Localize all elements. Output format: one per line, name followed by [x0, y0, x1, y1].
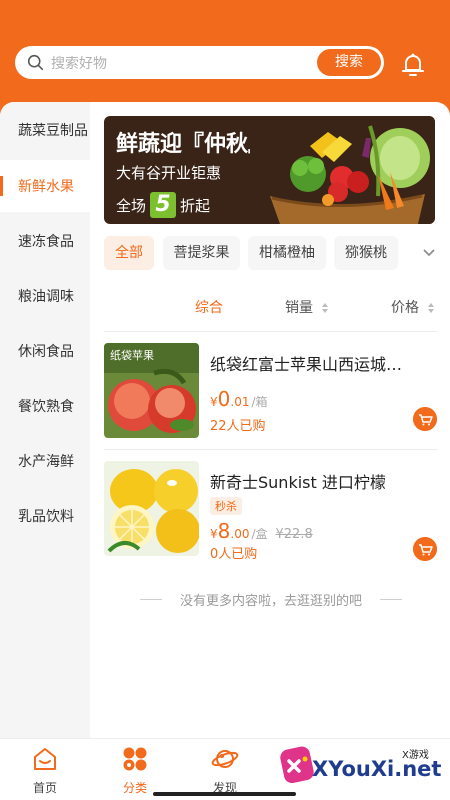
- category-icon: [123, 747, 147, 771]
- divider: [380, 599, 402, 600]
- banner-subtitle: 大有谷开业钜惠: [116, 164, 222, 182]
- flash-sale-badge: 秒杀: [210, 497, 242, 515]
- svg-text:纸袋苹果: 纸袋苹果: [110, 348, 154, 362]
- xyouxi-logo-icon: [280, 746, 314, 784]
- product-name: 纸袋红富士苹果山西运城…: [210, 355, 403, 374]
- vegetable-basket-illustration: [250, 116, 435, 224]
- deal-number: 5: [150, 192, 177, 218]
- sidebar-item-deli[interactable]: 餐饮熟食: [0, 380, 90, 432]
- nav-discover[interactable]: 发现: [180, 739, 270, 800]
- end-of-list-text: 没有更多内容啦，去逛逛别的吧: [179, 594, 362, 609]
- planet-icon: [211, 750, 239, 768]
- promo-banner[interactable]: 鲜蔬迎『仲秋』 大有谷开业钜惠 全场 5 折起: [104, 116, 435, 224]
- add-to-cart-icon[interactable]: [413, 537, 437, 561]
- search-bar[interactable]: 搜索好物 搜索: [15, 46, 384, 79]
- sidebar-item-grain-oil[interactable]: 粮油调味: [0, 270, 90, 322]
- chip-kiwi[interactable]: 猕猴桃: [334, 236, 398, 270]
- content-area: 蔬菜豆制品 新鲜水果 速冻食品 粮油调味 休闲食品 餐饮熟食 水产海鲜 乳品饮料…: [0, 102, 450, 738]
- nav-home[interactable]: 首页: [0, 739, 90, 800]
- category-sidebar: 蔬菜豆制品 新鲜水果 速冻食品 粮油调味 休闲食品 餐饮熟食 水产海鲜 乳品饮料: [0, 102, 90, 738]
- banner-title: 鲜蔬迎『仲秋』: [116, 132, 271, 157]
- sort-price[interactable]: 价格: [391, 297, 435, 317]
- sort-arrows-icon: [322, 303, 329, 313]
- chip-all[interactable]: 全部: [104, 236, 154, 270]
- home-indicator: [153, 792, 296, 796]
- product-name: 新奇士Sunkist 进口柠檬: [210, 473, 386, 492]
- banner-deal: 全场 5 折起: [116, 192, 211, 218]
- product-card[interactable]: 纸袋苹果 纸袋红富士苹果山西运城… ¥0.01/箱 22人已购: [104, 343, 437, 439]
- chip-citrus[interactable]: 柑橘橙柚: [248, 236, 326, 270]
- sidebar-item-vegetables[interactable]: 蔬菜豆制品: [0, 104, 90, 156]
- original-price: ¥22.8: [275, 527, 313, 542]
- search-placeholder[interactable]: 搜索好物: [51, 53, 107, 73]
- sidebar-item-snacks[interactable]: 休闲食品: [0, 325, 90, 377]
- header: 搜索好物 搜索: [0, 0, 450, 118]
- search-button[interactable]: 搜索: [317, 49, 381, 76]
- sidebar-item-dairy[interactable]: 乳品饮料: [0, 490, 90, 542]
- sidebar-item-frozen[interactable]: 速冻食品: [0, 215, 90, 267]
- search-icon: [27, 54, 44, 71]
- sort-sales[interactable]: 销量: [285, 297, 329, 317]
- bell-icon[interactable]: [399, 50, 427, 78]
- divider: [104, 331, 437, 332]
- product-price: ¥8.00/盒 ¥22.8: [210, 519, 313, 543]
- divider: [104, 449, 437, 450]
- sidebar-item-seafood[interactable]: 水产海鲜: [0, 435, 90, 487]
- sold-count: 22人已购: [210, 419, 266, 434]
- product-price: ¥0.01/箱: [210, 387, 268, 411]
- chip-berries[interactable]: 菩提浆果: [163, 236, 240, 270]
- watermark-text: XYouXi.net: [312, 757, 442, 781]
- lemon-product-image: [104, 461, 199, 556]
- nav-category[interactable]: 分类: [90, 739, 180, 800]
- sidebar-item-fresh-fruit[interactable]: 新鲜水果: [0, 160, 90, 212]
- sold-count: 0人已购: [210, 547, 258, 562]
- apple-product-image: 纸袋苹果: [104, 343, 199, 438]
- add-to-cart-icon[interactable]: [413, 407, 437, 431]
- sort-arrows-icon: [428, 303, 435, 313]
- sort-composite[interactable]: 综合: [195, 297, 223, 317]
- product-card[interactable]: 新奇士Sunkist 进口柠檬 秒杀 ¥8.00/盒 ¥22.8 0人已购: [104, 461, 437, 562]
- chevron-down-icon: [423, 249, 435, 257]
- chip-expand[interactable]: [408, 236, 450, 270]
- home-icon: [34, 748, 56, 770]
